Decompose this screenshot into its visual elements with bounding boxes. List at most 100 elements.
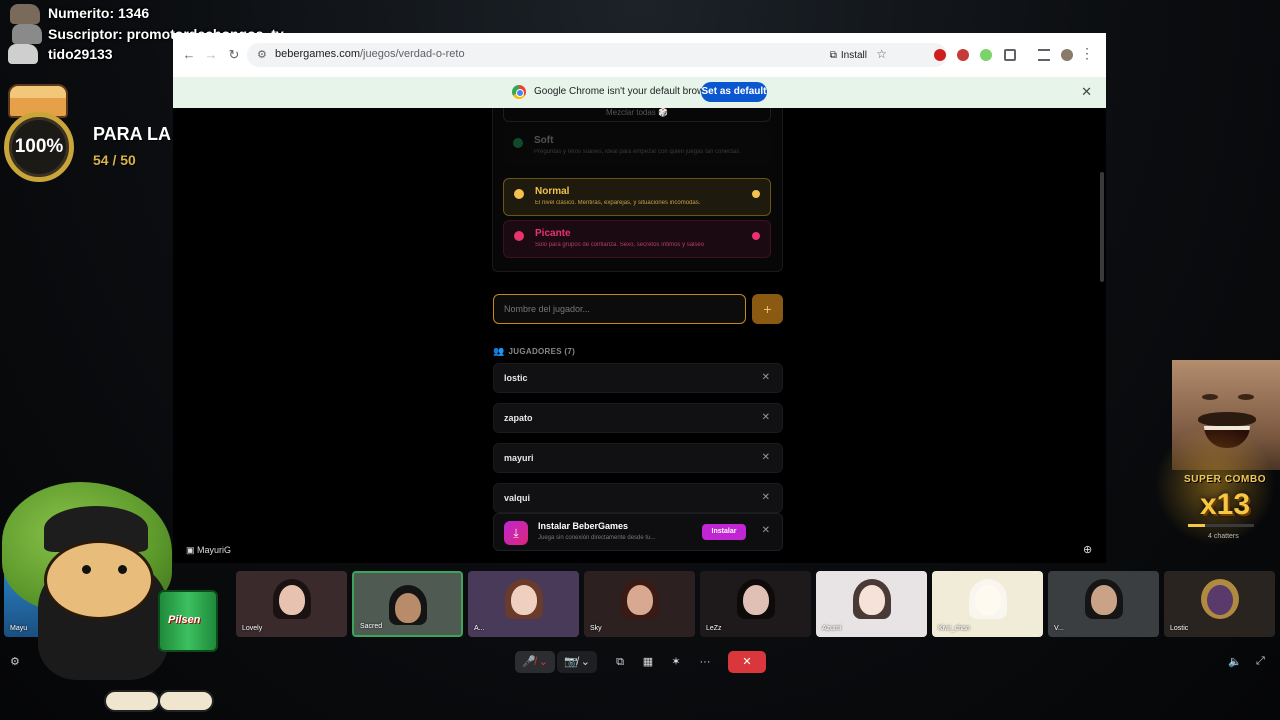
browser-window: ← → ↻ ⚙ bebergames.com/juegos/verdad-o-r… [173,33,1106,563]
address-bar[interactable]: ⚙ bebergames.com/juegos/verdad-o-reto ⧉ … [247,43,947,67]
menu-kebab-icon[interactable]: ⋮ [1080,45,1094,62]
forward-icon[interactable]: → [203,47,219,63]
mascot-shoe [104,690,160,712]
goal-count: 54 / 50 [93,152,136,168]
level-desc: El nivel clásico. Mentiras, exparejas, y… [535,200,701,206]
remove-player-icon[interactable]: ✕ [762,412,770,423]
mute-mic-button[interactable]: 🎤̸ ⌄ [515,651,555,673]
reload-icon[interactable]: ↻ [226,47,242,63]
participant-tile[interactable]: A... [468,571,579,637]
avatar [858,585,885,615]
participant-tile[interactable]: V... [1048,571,1159,637]
remove-player-icon[interactable]: ✕ [762,452,770,463]
close-icon[interactable]: ✕ [762,525,770,536]
participant-tile[interactable]: Azumi [816,571,927,637]
goal-percent: 100% [4,112,74,182]
chrome-logo-icon [512,85,526,99]
set-default-button[interactable]: Set as default [701,82,767,102]
remove-player-icon[interactable]: ✕ [762,492,770,503]
soundboard-button[interactable]: ✶ [665,651,687,673]
back-icon[interactable]: ← [181,47,197,63]
default-browser-infobar: Google Chrome isn't your default browser… [173,77,1106,108]
combo-multiplier: x13 [1200,488,1251,521]
screen-share-label: ▣ MayuriG [186,545,231,556]
player-row: valqui ✕ [493,483,783,513]
pwa-title: Instalar BeberGames [538,521,629,531]
profile-avatar[interactable] [1061,49,1073,61]
browser-toolbar: ← → ↻ ⚙ bebergames.com/juegos/verdad-o-r… [173,33,1106,77]
participant-tile[interactable]: Sky [584,571,695,637]
end-call-button[interactable]: ✕ [728,651,766,673]
participant-name: V... [1054,625,1064,632]
remove-player-icon[interactable]: ✕ [762,372,770,383]
reading-list-icon[interactable] [1038,49,1050,61]
level-desc: Preguntas y retos suaves, ideal para emp… [534,149,741,155]
camera-button[interactable]: 📷̸ ⌄ [557,651,597,673]
zoom-icon[interactable]: ⊕ [1083,543,1092,556]
participant-tile[interactable]: Kiwi_chan [932,571,1043,637]
participant-name: Kiwi_chan [938,625,970,632]
download-icon: ⤓ [504,521,528,545]
more-options-button[interactable]: ··· [694,651,716,673]
install-icon: ⧉ [829,49,837,61]
avatar [1206,585,1233,615]
player-name: valqui [504,493,531,503]
player-name-input[interactable]: Nombre del jugador... [493,294,746,324]
extension-icon-adblock[interactable] [957,49,969,61]
overlay-partido: tido29133 [48,46,113,62]
avatar [394,593,421,623]
activities-button[interactable]: ▦ [637,651,659,673]
player-name: zapato [504,413,533,423]
url-path: /juegos/verdad-o-reto [360,48,465,60]
level-option-picante[interactable]: Picante Solo para grupos de confianza. S… [503,220,771,258]
users-icon: 👥 [493,346,505,356]
participant-tile[interactable]: LeZz [700,571,811,637]
cat-icon [10,4,40,24]
avatar [626,585,653,615]
selected-indicator [752,232,760,240]
combo-glow [1150,420,1280,550]
avatar [278,585,305,615]
activity-icon[interactable]: ⚙ [10,655,20,668]
volume-icon[interactable]: 🔈 [1228,655,1242,668]
extension-icon-green[interactable] [980,49,992,61]
participant-tile[interactable]: Lostic [1164,571,1275,637]
avatar [1090,585,1117,615]
participant-name: A... [474,625,485,632]
pwa-install-button[interactable]: Instalar [702,524,746,540]
install-app-banner: ⤓ Instalar BeberGames Juega sin conexión… [493,513,783,551]
participant-name: Sky [590,625,602,632]
infobar-message: Google Chrome isn't your default browser [534,86,719,97]
install-label: Install [840,49,867,61]
combo-label: SUPER COMBO [1184,474,1267,485]
install-app-button[interactable]: ⧉ Install [830,47,867,63]
level-option-soft[interactable]: Soft Preguntas y retos suaves, ideal par… [503,128,771,166]
stream-scene: Numerito: 1346 Suscriptor: promotordecho… [0,0,1280,720]
cat-icon [12,24,42,44]
extensions-puzzle-icon[interactable] [1004,49,1016,61]
site-info-icon[interactable]: ⚙ [257,48,267,61]
shuffle-button[interactable]: Mezclar todas 🎲 [503,108,771,122]
level-option-normal[interactable]: Normal El nivel clásico. Mentiras, expar… [503,178,771,216]
participant-name: Sacred [360,623,383,630]
fullscreen-icon[interactable]: ⤢ [1256,655,1265,668]
participant-name: Lovely [242,625,263,632]
extension-icon-red[interactable] [934,49,946,61]
level-desc: Solo para grupos de confianza. Sexo, sec… [535,242,705,248]
scrollbar[interactable] [1100,172,1104,282]
add-player-button[interactable]: + [752,294,783,324]
share-screen-button[interactable]: ⧉ [609,651,631,673]
participant-tile-speaking[interactable]: Sacred [352,571,463,637]
level-dot [514,231,524,241]
bookmark-star-icon[interactable]: ☆ [876,47,887,61]
image-eye [1202,394,1218,400]
participant-name: Lostic [1170,625,1189,632]
selected-indicator [752,190,760,198]
participant-name: Azumi [822,625,842,632]
combo-progress-fill [1188,524,1205,527]
participant-tile[interactable]: Lovely [236,571,347,637]
close-icon[interactable]: ✕ [1081,84,1092,100]
url-text: bebergames.com/juegos/verdad-o-reto [275,48,465,60]
can-brand: Pilsen [168,614,201,626]
participant-name: LeZz [706,625,722,632]
